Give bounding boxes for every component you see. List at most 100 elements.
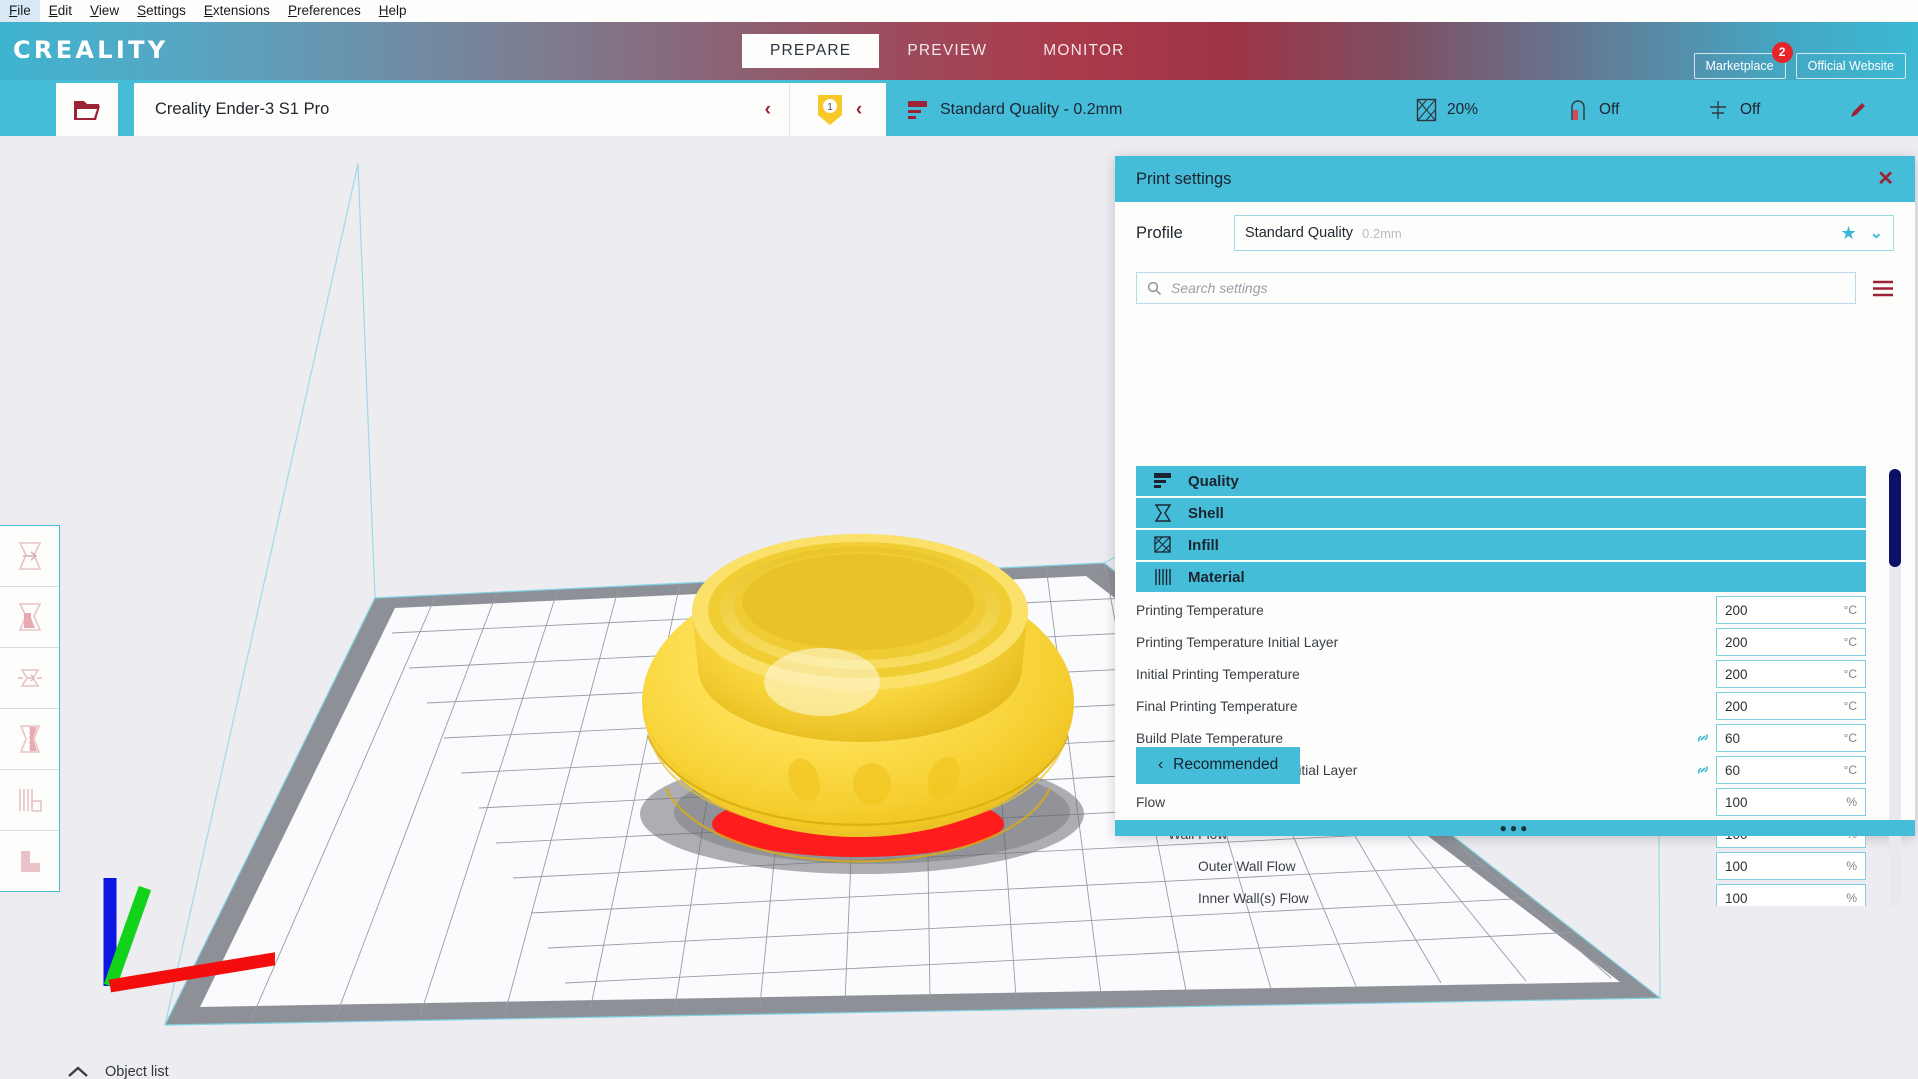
setting-value-field[interactable]: 200 °C [1716,628,1866,656]
tab-monitor[interactable]: MONITOR [1015,34,1152,68]
search-icon [1147,281,1162,295]
setting-label: Inner Wall(s) Flow [1198,890,1309,906]
header-actions: Marketplace 2 Official Website [1693,42,1906,79]
setting-unit: % [1846,891,1857,905]
print-settings-dialog: Print settings ✕ Profile Standard Qualit… [1115,156,1915,907]
setting-unit: °C [1843,699,1857,713]
settings-category-label: Material [1188,568,1245,586]
setting-value: 200 [1725,666,1748,682]
settings-scrollbar-thumb[interactable] [1889,469,1901,567]
official-website-label: Official Website [1807,59,1894,73]
menu-item-file[interactable]: File [0,0,40,22]
profile-sub-value: 0.2mm [1362,225,1402,241]
setting-label: Final Printing Temperature [1136,698,1298,714]
marketplace-label: Marketplace [1705,59,1774,73]
setting-label: Flow [1136,794,1166,810]
setting-row: Outer Wall Flow 100% [1136,850,1866,882]
print-settings-summary[interactable]: Standard Quality - 0.2mm 20% Off Off [886,83,1878,136]
support-blocker-tool[interactable] [0,831,59,891]
close-icon[interactable]: ✕ [1877,169,1894,189]
creality-logo: CREALITY [13,36,169,64]
extruder-selector[interactable]: 1 ‹ [789,83,887,136]
object-list-title: Object list [105,1064,169,1079]
menu-item-edit[interactable]: Edit [40,0,81,22]
chevron-down-icon[interactable]: ⌄ [1870,223,1883,243]
settings-category-infill[interactable]: Infill [1136,530,1866,560]
open-file-button[interactable] [56,83,118,136]
setting-value-field[interactable]: 200 °C [1716,692,1866,720]
object-list-panel: Object list CE3_Hand_Leaf-Coasters free … [66,1064,496,1079]
resize-grip-icon[interactable]: ●●● [1115,820,1915,836]
menu-item-help[interactable]: Help [370,0,416,22]
support-summary[interactable]: Off [1568,98,1619,122]
setting-value-field[interactable]: 200 °C [1716,596,1866,624]
profile-label: Standard Quality - 0.2mm [940,100,1123,118]
recommended-button[interactable]: ‹ Recommended [1136,746,1301,784]
axis-gizmo [103,878,275,993]
recommended-label: Recommended [1173,756,1279,773]
printer-name: Creality Ender-3 S1 Pro [155,100,330,118]
infill-icon [1154,536,1171,553]
profile-row: Profile Standard Quality 0.2mm ★ ⌄ [1115,202,1915,264]
adhesion-summary[interactable]: Off [1706,98,1760,122]
dialog-footer: ‹ Recommended [1115,736,1915,794]
setting-value: 100 [1725,890,1748,906]
support-icon [1571,99,1585,120]
printer-selector[interactable]: Creality Ender-3 S1 Pro ‹ [134,83,789,136]
support-blocker-icon [20,851,40,872]
chevron-left-icon[interactable]: ‹ [765,99,789,121]
setting-label: Printing Temperature [1136,602,1264,618]
marketplace-button[interactable]: Marketplace 2 [1693,42,1793,79]
settings-scrollbar[interactable] [1889,469,1901,907]
rotate-icon [17,669,42,687]
setting-row: Inner Wall(s) Flow 100% [1136,882,1866,906]
adhesion-value: Off [1740,100,1761,118]
menu-item-preferences[interactable]: Preferences [279,0,370,22]
chevron-left-icon: ‹ [1158,756,1164,773]
rotate-tool[interactable] [0,648,59,709]
settings-category-label: Quality [1188,472,1239,490]
edit-print-settings-button[interactable] [1848,100,1868,120]
menu-item-extensions[interactable]: Extensions [195,0,279,22]
infill-summary[interactable]: 20% [1416,98,1478,122]
printer-bar: Creality Ender-3 S1 Pro ‹ 1 ‹ Standard Q… [0,80,1918,136]
profile-select[interactable]: Standard Quality 0.2mm ★ ⌄ [1234,215,1894,251]
move-icon [18,542,41,570]
settings-category-material[interactable]: Material [1136,562,1866,592]
star-icon[interactable]: ★ [1840,223,1856,244]
setting-value-field[interactable]: 200 °C [1716,660,1866,688]
settings-category-shell[interactable]: Shell [1136,498,1866,528]
scale-tool[interactable] [0,587,59,648]
object-list-toggle[interactable]: Object list [66,1064,496,1079]
app-header: CREALITY PREPARE PREVIEW MONITOR Marketpla… [0,22,1918,80]
setting-unit: °C [1843,635,1857,649]
setting-value-field[interactable]: 100% [1716,852,1866,880]
folder-open-icon [74,100,100,120]
settings-category-label: Infill [1188,536,1219,554]
menu-item-view[interactable]: View [81,0,128,22]
settings-list[interactable]: Quality Shell Infill Material Printing Tempe… [1136,466,1866,906]
chevron-left-icon[interactable]: ‹ [856,99,862,121]
setting-unit: % [1846,859,1857,873]
svg-text:1: 1 [827,102,833,113]
official-website-button[interactable]: Official Website [1795,53,1906,79]
settings-category-quality[interactable]: Quality [1136,466,1866,496]
mirror-tool[interactable] [0,709,59,770]
setting-unit: °C [1843,667,1857,681]
infill-value: 20% [1447,100,1479,118]
setting-row: Printing Temperature Initial Layer 200 °C [1136,626,1866,658]
per-model-settings-tool[interactable] [0,770,59,831]
setting-value-field[interactable]: 100% [1716,884,1866,906]
tab-prepare[interactable]: PREPARE [742,34,880,68]
setting-label: Initial Printing Temperature [1136,666,1300,682]
dialog-title: Print settings [1136,169,1232,188]
menu-item-settings[interactable]: Settings [128,0,195,22]
search-settings-box[interactable] [1136,272,1856,304]
profile-value: Standard Quality [1245,225,1354,241]
profile-chip[interactable]: Standard Quality - 0.2mm [886,100,1122,120]
move-tool[interactable] [0,526,59,587]
search-input[interactable] [1169,279,1845,297]
model-tools-toolbar [0,525,60,892]
hamburger-icon[interactable] [1872,280,1894,297]
tab-preview[interactable]: PREVIEW [879,34,1015,68]
